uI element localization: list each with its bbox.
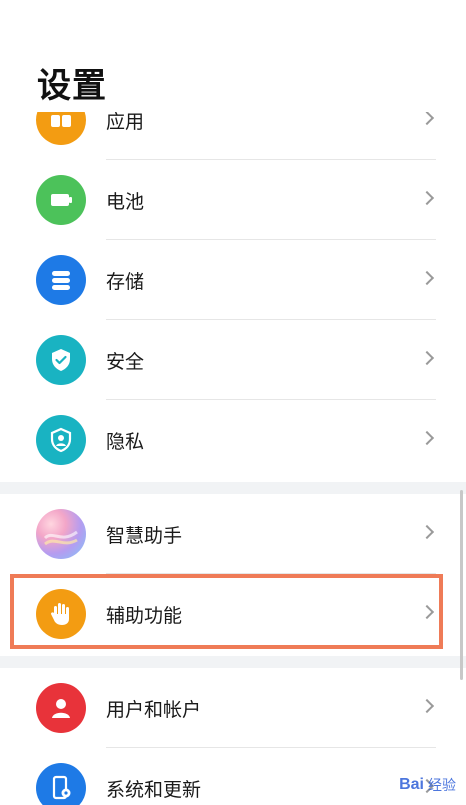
battery-icon — [36, 175, 86, 225]
settings-item-label: 应用 — [106, 112, 145, 133]
chevron-right-icon — [419, 270, 435, 286]
settings-item-apps[interactable]: 应用 — [0, 112, 466, 160]
scrollbar[interactable] — [460, 490, 463, 680]
user-icon — [36, 683, 86, 733]
chevron-right-icon — [419, 698, 435, 714]
chevron-right-icon — [419, 112, 435, 126]
watermark-logo: Bai — [399, 776, 424, 793]
phone-settings-icon — [36, 763, 86, 805]
settings-item-security[interactable]: 安全 — [0, 320, 466, 400]
shield-check-icon — [36, 335, 86, 385]
settings-item-label: 隐私 — [106, 431, 145, 453]
settings-list[interactable]: 应用 电池 存储 安全 隐私 智慧助手 辅助功能 用户和帐户 系统和更新 — [0, 112, 466, 805]
chevron-right-icon — [419, 430, 435, 446]
settings-item-storage[interactable]: 存储 — [0, 240, 466, 320]
privacy-icon — [36, 415, 86, 465]
settings-item-system-update[interactable]: 系统和更新 — [0, 748, 466, 805]
chevron-right-icon — [419, 524, 435, 540]
settings-item-battery[interactable]: 电池 — [0, 160, 466, 240]
settings-item-label: 用户和帐户 — [106, 699, 202, 721]
settings-item-label: 存储 — [106, 271, 145, 293]
settings-item-users-accounts[interactable]: 用户和帐户 — [0, 668, 466, 748]
settings-item-label: 智慧助手 — [106, 525, 183, 547]
settings-item-label: 系统和更新 — [106, 779, 202, 801]
settings-item-privacy[interactable]: 隐私 — [0, 400, 466, 480]
settings-item-label: 安全 — [106, 351, 145, 373]
settings-item-smart-assistant[interactable]: 智慧助手 — [0, 494, 466, 574]
group-separator — [0, 482, 466, 494]
settings-item-label: 电池 — [106, 191, 145, 213]
assistant-icon — [36, 509, 86, 559]
chevron-right-icon — [419, 350, 435, 366]
highlight-box — [10, 574, 443, 649]
chevron-right-icon — [419, 190, 435, 206]
storage-icon — [36, 255, 86, 305]
apps-icon — [36, 112, 86, 145]
watermark-text: 经验 — [428, 778, 456, 794]
watermark: Bai 经验 — [399, 775, 456, 795]
group-separator — [0, 656, 466, 668]
page-title: 设置 — [37, 66, 107, 106]
